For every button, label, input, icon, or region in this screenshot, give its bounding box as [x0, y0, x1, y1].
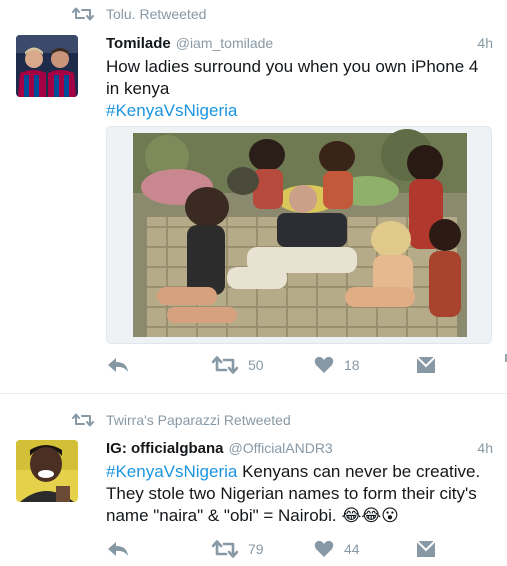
tweet-1[interactable]: Tolu. Retweeted Tomilade @iam_tomilade 4…: [0, 0, 507, 394]
like-count: 44: [344, 541, 360, 557]
timestamp[interactable]: 4h: [477, 35, 493, 51]
tweet-actions: 50 18: [106, 356, 507, 382]
retweet-count: 50: [248, 357, 264, 373]
retweeted-by-text[interactable]: Twirra's Paparazzi Retweeted: [106, 412, 291, 428]
direct-message-button[interactable]: [416, 540, 436, 558]
tweet-header: Tomilade @iam_tomilade 4h: [106, 35, 493, 55]
retweet-icon: [72, 413, 94, 427]
display-name[interactable]: Tomilade: [106, 35, 171, 52]
retweet-icon: [212, 540, 238, 558]
user-handle[interactable]: @OfficialANDR3: [229, 440, 333, 456]
like-icon: [314, 356, 334, 374]
tweet-header: IG: officialgbana @OfficialANDR3 4h: [106, 440, 493, 460]
timestamp[interactable]: 4h: [477, 440, 493, 456]
tweet-2[interactable]: Twirra's Paparazzi Retweeted IG: officia…: [0, 394, 507, 558]
retweet-button[interactable]: 79: [212, 540, 264, 558]
retweet-button[interactable]: 50: [212, 356, 264, 374]
message-icon: [416, 540, 436, 558]
like-count: 18: [344, 357, 360, 373]
like-button[interactable]: 44: [314, 540, 360, 558]
retweeted-by-text[interactable]: Tolu. Retweeted: [106, 6, 206, 22]
tweet-text-content: How ladies surround you when you own iPh…: [106, 57, 479, 98]
message-icon: [416, 356, 436, 374]
tweet-photo[interactable]: [106, 126, 492, 344]
display-name[interactable]: IG: officialgbana: [106, 440, 224, 457]
avatar[interactable]: [16, 35, 78, 97]
like-icon: [314, 540, 334, 558]
like-button[interactable]: 18: [314, 356, 360, 374]
user-handle[interactable]: @iam_tomilade: [176, 35, 273, 51]
tweet-text: How ladies surround you when you own iPh…: [106, 56, 487, 122]
retweet-count: 79: [248, 541, 264, 557]
retweet-context: Twirra's Paparazzi Retweeted: [72, 410, 291, 430]
reply-button[interactable]: [106, 356, 130, 374]
avatar[interactable]: [16, 440, 78, 502]
retweet-context: Tolu. Retweeted: [72, 4, 206, 24]
reply-button[interactable]: [106, 540, 130, 558]
tweet-text: #KenyaVsNigeria Kenyans can never be cre…: [106, 461, 487, 527]
direct-message-button[interactable]: [416, 356, 436, 374]
reply-icon: [106, 540, 130, 558]
reply-icon: [106, 356, 130, 374]
retweet-icon: [72, 7, 94, 21]
hashtag-link[interactable]: #KenyaVsNigeria: [106, 462, 237, 481]
tweet-actions: 79 44: [106, 540, 507, 566]
hashtag-link[interactable]: #KenyaVsNigeria: [106, 101, 237, 120]
retweet-icon: [212, 356, 238, 374]
